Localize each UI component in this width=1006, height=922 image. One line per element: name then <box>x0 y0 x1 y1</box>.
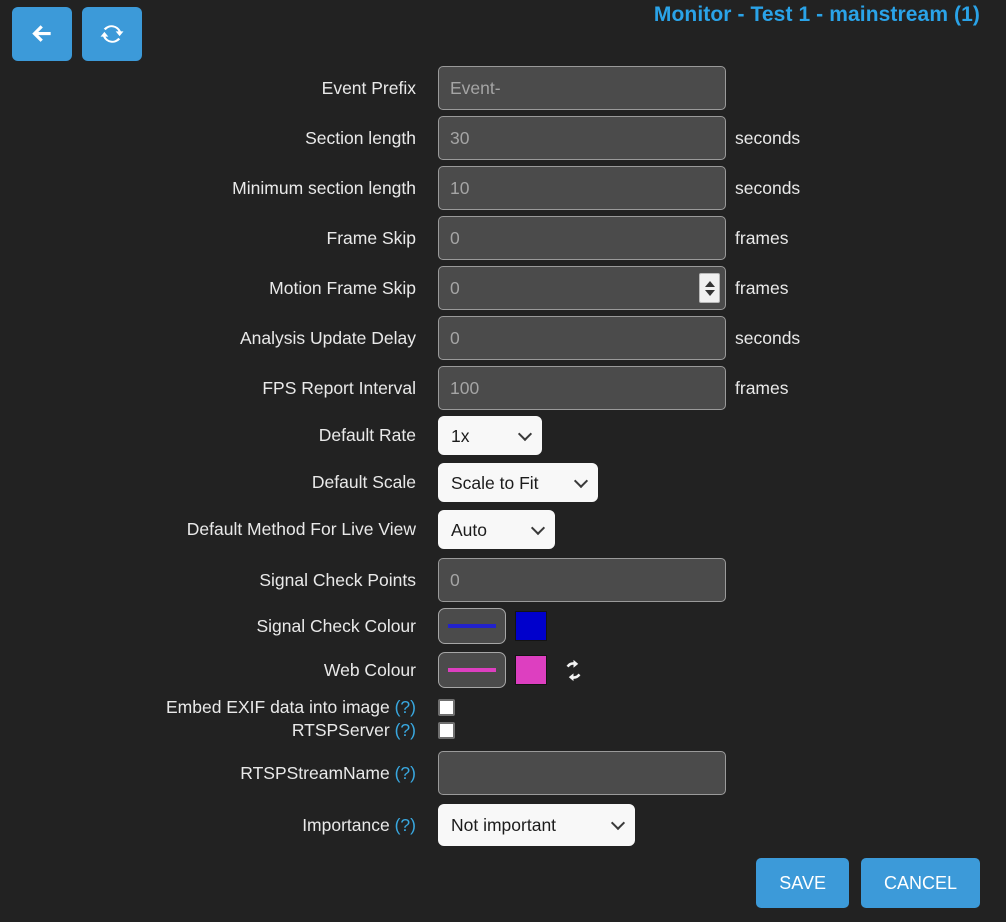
default-method-wrapper: Auto <box>438 510 555 549</box>
label-rtsp-server-text: RTSPServer <box>291 720 390 740</box>
rtsp-stream-name-help-icon[interactable]: (?) <box>395 763 416 783</box>
row-signal-check-colour: Signal Check Colour <box>0 608 1006 644</box>
row-default-method-live-view: Default Method For Live View Auto <box>0 510 1006 549</box>
rtsp-server-help-icon[interactable]: (?) <box>395 720 416 740</box>
unit-frame-skip: frames <box>735 227 789 248</box>
cancel-button[interactable]: CANCEL <box>860 858 980 908</box>
label-section-length: Section length <box>305 127 416 148</box>
unit-motion-frame-skip: frames <box>735 277 789 298</box>
section-length-input[interactable] <box>438 116 726 160</box>
unit-minimum-section-length: seconds <box>735 177 801 198</box>
row-rtsp-server: RTSPServer (?) <box>0 720 1006 741</box>
web-colour-refresh-icon[interactable] <box>560 657 587 684</box>
label-event-prefix: Event Prefix <box>321 77 416 98</box>
motion-frame-skip-input[interactable] <box>438 266 726 310</box>
refresh-button[interactable] <box>82 7 142 61</box>
label-default-scale: Default Scale <box>311 472 416 492</box>
row-importance: Importance (?) Not important <box>0 804 1006 846</box>
row-signal-check-points: Signal Check Points <box>0 558 1006 602</box>
analysis-update-delay-input[interactable] <box>438 316 726 360</box>
label-signal-check-colour: Signal Check Colour <box>256 615 416 636</box>
label-web-colour: Web Colour <box>323 659 416 680</box>
unit-fps-report-interval: frames <box>735 377 789 398</box>
default-rate-wrapper: 1x <box>438 416 542 455</box>
default-method-live-view-select[interactable]: Auto <box>438 510 555 549</box>
web-colour-picker[interactable] <box>438 652 506 688</box>
spinner-up-icon[interactable] <box>704 280 715 287</box>
label-default-method-live-view: Default Method For Live View <box>186 519 416 539</box>
label-importance-text: Importance <box>302 814 390 835</box>
label-embed-exif-text: Embed EXIF data into image <box>166 697 390 717</box>
web-colour-swatch[interactable] <box>515 655 547 685</box>
refresh-icon <box>99 21 125 47</box>
spinner-down-icon[interactable] <box>704 289 715 296</box>
signal-check-colour-swatch[interactable] <box>515 611 547 641</box>
label-default-rate: Default Rate <box>318 425 416 445</box>
label-signal-check-points: Signal Check Points <box>259 569 416 590</box>
rtsp-stream-name-input[interactable] <box>438 751 726 795</box>
row-fps-report-interval: FPS Report Interval frames <box>0 366 1006 410</box>
unit-analysis-update-delay: seconds <box>735 327 801 348</box>
back-button[interactable] <box>12 7 72 61</box>
row-embed-exif: Embed EXIF data into image (?) <box>0 697 1006 718</box>
label-fps-report-interval: FPS Report Interval <box>262 377 416 398</box>
motion-frame-skip-wrapper <box>438 266 726 310</box>
row-motion-frame-skip: Motion Frame Skip frames <box>0 266 1006 310</box>
number-spinner[interactable] <box>699 273 720 303</box>
label-motion-frame-skip: Motion Frame Skip <box>269 277 416 298</box>
fps-report-interval-input[interactable] <box>438 366 726 410</box>
label-analysis-update-delay: Analysis Update Delay <box>239 327 416 348</box>
rtsp-server-checkbox[interactable] <box>438 722 455 739</box>
label-rtsp-stream-name-text: RTSPStreamName <box>240 762 390 783</box>
row-default-scale: Default Scale Scale to Fit <box>0 463 1006 502</box>
frame-skip-input[interactable] <box>438 216 726 260</box>
row-rtsp-stream-name: RTSPStreamName (?) <box>0 751 1006 795</box>
row-section-length: Section length seconds <box>0 116 1006 160</box>
default-scale-select[interactable]: Scale to Fit <box>438 463 598 502</box>
importance-select[interactable]: Not important <box>438 804 635 846</box>
label-rtsp-stream-name: RTSPStreamName (?) <box>0 763 438 784</box>
label-importance: Importance (?) <box>0 815 438 836</box>
header-nav-buttons <box>12 7 142 61</box>
signal-check-points-input[interactable] <box>438 558 726 602</box>
label-embed-exif: Embed EXIF data into image (?) <box>0 697 438 718</box>
embed-exif-checkbox[interactable] <box>438 699 455 716</box>
label-minimum-section-length: Minimum section length <box>232 177 416 198</box>
default-scale-wrapper: Scale to Fit <box>438 463 598 502</box>
label-rtsp-server: RTSPServer (?) <box>0 720 438 741</box>
row-web-colour: Web Colour <box>0 652 1006 688</box>
signal-check-colour-line <box>448 624 496 628</box>
embed-exif-help-icon[interactable]: (?) <box>395 697 416 717</box>
importance-wrapper: Not important <box>438 804 635 846</box>
monitor-settings-form: Event Prefix Section length seconds Mini… <box>0 66 1006 852</box>
save-button[interactable]: SAVE <box>756 858 849 908</box>
page-title: Monitor - Test 1 - mainstream (1) <box>653 3 980 26</box>
unit-section-length: seconds <box>735 127 801 148</box>
web-colour-line <box>448 668 496 672</box>
row-event-prefix: Event Prefix <box>0 66 1006 110</box>
form-actions: SAVE CANCEL <box>0 858 1006 908</box>
row-frame-skip: Frame Skip frames <box>0 216 1006 260</box>
minimum-section-length-input[interactable] <box>438 166 726 210</box>
page-header: Monitor - Test 1 - mainstream (1) <box>0 0 1006 66</box>
importance-help-icon[interactable]: (?) <box>395 815 416 835</box>
row-minimum-section-length: Minimum section length seconds <box>0 166 1006 210</box>
default-rate-select[interactable]: 1x <box>438 416 542 455</box>
row-default-rate: Default Rate 1x <box>0 416 1006 455</box>
arrow-left-icon <box>29 21 55 47</box>
row-analysis-update-delay: Analysis Update Delay seconds <box>0 316 1006 360</box>
event-prefix-input[interactable] <box>438 66 726 110</box>
signal-check-colour-picker[interactable] <box>438 608 506 644</box>
label-frame-skip: Frame Skip <box>326 227 416 248</box>
